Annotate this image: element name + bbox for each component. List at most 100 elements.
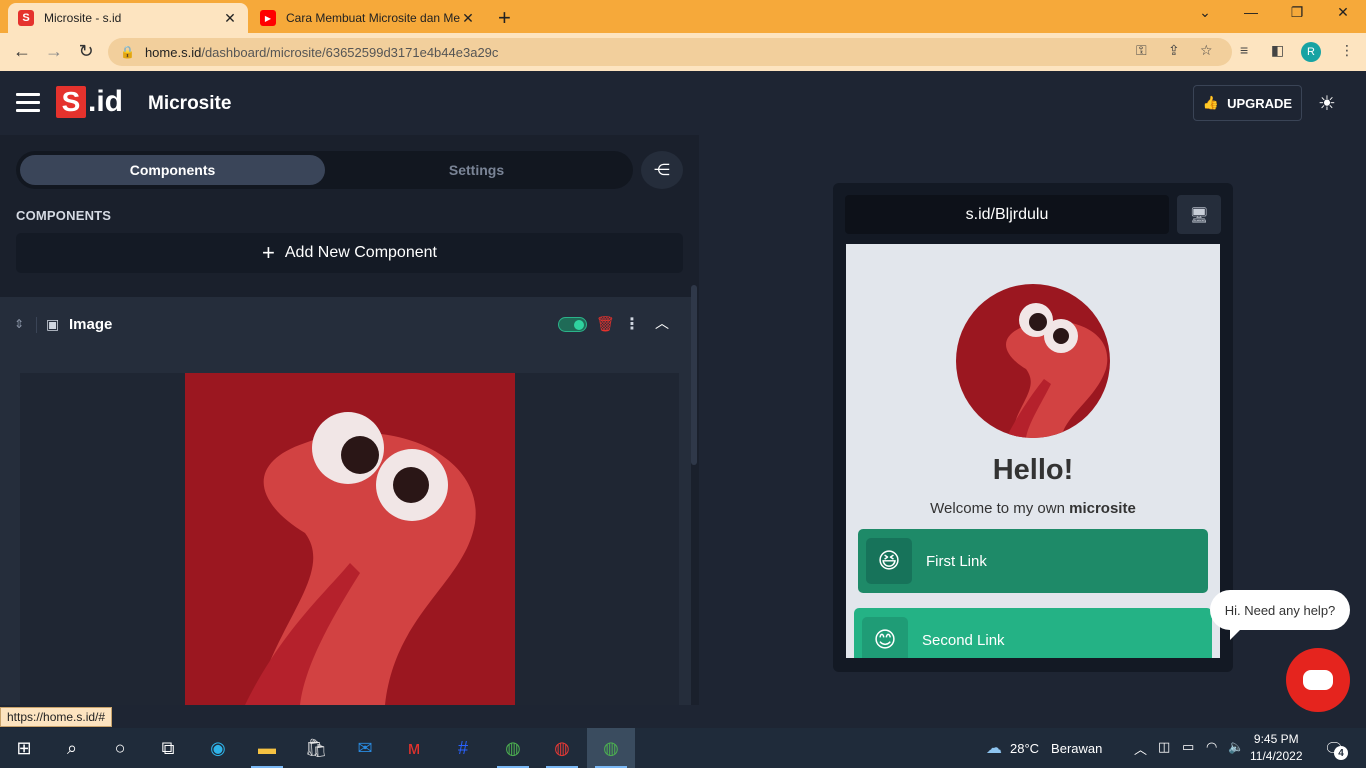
system-clock[interactable]: 9:45 PM 11/4/2022 xyxy=(1250,731,1303,765)
help-bubble[interactable]: Hi. Need any help? xyxy=(1210,590,1350,630)
microsite-heading: Hello! xyxy=(992,454,1074,486)
add-component-label: Add New Component xyxy=(284,244,437,261)
cortana-icon[interactable]: ○ xyxy=(96,728,144,768)
url-path: /dashboard/microsite/63652599d3171e4b44e… xyxy=(201,44,499,60)
delete-icon[interactable]: 🗑 xyxy=(596,315,615,333)
weather-condition: Berawan xyxy=(1051,740,1103,756)
second-link-button[interactable]: 😊 Second Link xyxy=(854,608,1212,658)
tab-settings[interactable]: Settings xyxy=(324,155,629,185)
bookmark-star-icon[interactable]: ☆ xyxy=(1200,42,1213,59)
logo-id: .id xyxy=(88,85,123,118)
tab-search-icon[interactable]: ⌄ xyxy=(1182,4,1228,21)
microsite-avatar xyxy=(956,284,1110,438)
editor-tab-switch: Components Settings xyxy=(16,151,633,189)
help-bubble-tail xyxy=(1230,630,1240,640)
chat-icon xyxy=(1303,670,1333,690)
microsite-welcome: Welcome to my own microsite xyxy=(930,500,1136,517)
link-status-url: https://home.s.id/# xyxy=(0,707,113,727)
chrome-profile-1-icon[interactable]: ◍ xyxy=(489,728,537,768)
windows-start-icon[interactable]: ⊞ xyxy=(0,728,48,768)
reload-icon[interactable]: ↻ xyxy=(74,41,98,62)
mail-icon[interactable]: ✉ xyxy=(341,728,389,768)
component-image-preview xyxy=(20,373,679,705)
divider xyxy=(36,317,37,333)
share-page-icon[interactable]: ⇪ xyxy=(1168,42,1180,59)
theme-toggle-sun-icon[interactable]: ☀ xyxy=(1318,91,1336,116)
worm-mascot-image xyxy=(185,373,515,705)
volume-icon[interactable]: 🔈 xyxy=(1228,739,1244,755)
new-tab-button[interactable]: + xyxy=(498,5,511,31)
tab-title: Microsite - s.id xyxy=(44,11,122,25)
tab-microsite[interactable]: S Microsite - s.id ✕ xyxy=(8,3,248,33)
hamburger-menu-icon[interactable] xyxy=(16,93,40,113)
windows-taskbar: ⊞ ⌕ ○ ⧉ ◉ ▬ 🛍 ✉ ᴍ # ◍ ◍ ◍ ☁ 28°C Berawan… xyxy=(0,728,1366,768)
hashtag-app-icon[interactable]: # xyxy=(439,728,487,768)
youtube-favicon-icon: ▶ xyxy=(260,10,276,26)
restore-button[interactable]: ❐ xyxy=(1274,4,1320,21)
microsite-url[interactable]: s.id/Bljrdulu xyxy=(845,195,1169,234)
wifi-icon[interactable]: ◠ xyxy=(1206,739,1217,755)
microsite-preview: s.id/Bljrdulu 🖥 Hello! Welcome to my own… xyxy=(833,183,1233,672)
link-label: Second Link xyxy=(922,631,1005,649)
browser-toolbar: ← → ↻ 🔒 home.s.id/dashboard/microsite/63… xyxy=(0,33,1366,71)
chevron-up-icon[interactable]: ︿ xyxy=(655,313,669,333)
close-icon[interactable]: ✕ xyxy=(222,10,238,27)
task-view-icon[interactable]: ⧉ xyxy=(144,728,192,768)
first-link-button[interactable]: 😆 First Link xyxy=(858,529,1208,593)
desktop-view-icon[interactable]: 🖥 xyxy=(1177,195,1221,234)
image-icon: ▣ xyxy=(46,316,60,332)
browser-tab-strip: S Microsite - s.id ✕ ▶ Cara Membuat Micr… xyxy=(0,0,1366,33)
panel-scrollbar[interactable] xyxy=(691,285,697,465)
component-enabled-toggle[interactable] xyxy=(558,317,587,332)
thumbs-up-icon: 👍 xyxy=(1202,95,1220,110)
notification-count: 4 xyxy=(1334,746,1348,760)
search-icon[interactable]: ⌕ xyxy=(48,728,96,768)
editor-panel: Components Settings ⋲ COMPONENTS + Add N… xyxy=(0,135,699,705)
cloud-icon: ☁ xyxy=(986,740,1002,757)
component-title: Image xyxy=(69,316,113,333)
forward-icon[interactable]: → xyxy=(42,41,66,62)
close-icon[interactable]: ✕ xyxy=(460,10,476,27)
sid-favicon-icon: S xyxy=(18,10,34,26)
reading-list-icon[interactable]: ≡ xyxy=(1240,42,1248,58)
address-bar[interactable]: 🔒 home.s.id/dashboard/microsite/63652599… xyxy=(108,38,1232,66)
chevron-up-icon[interactable]: ︿ xyxy=(1134,739,1147,758)
weather-widget[interactable]: ☁ 28°C Berawan xyxy=(986,738,1102,758)
temperature: 28°C xyxy=(1010,740,1040,756)
upgrade-button[interactable]: 👍 UPGRADE xyxy=(1193,85,1302,121)
chrome-profile-2-icon[interactable]: ◍ xyxy=(538,728,586,768)
key-icon[interactable]: ⚿ xyxy=(1136,42,1147,59)
file-explorer-icon[interactable]: ▬ xyxy=(243,728,291,768)
minimize-button[interactable]: — xyxy=(1228,4,1274,20)
share-icon[interactable]: ⋲ xyxy=(641,151,683,189)
store-icon[interactable]: 🛍 xyxy=(292,728,340,768)
more-options-icon[interactable]: ⋮ xyxy=(624,314,640,334)
edge-icon[interactable]: ◉ xyxy=(194,728,242,768)
add-component-button[interactable]: + Add New Component xyxy=(16,233,683,273)
smiling-emoji-icon: 😊 xyxy=(862,617,908,658)
close-window-button[interactable]: ✕ xyxy=(1320,4,1366,21)
clock-date: 11/4/2022 xyxy=(1250,749,1303,763)
side-panel-icon[interactable]: ◧ xyxy=(1271,42,1284,59)
profile-avatar[interactable]: R xyxy=(1301,42,1321,62)
back-icon[interactable]: ← xyxy=(10,41,34,62)
chrome-profile-3-icon[interactable]: ◍ xyxy=(587,728,635,768)
tab-title: Cara Membuat Microsite dan Me xyxy=(286,11,460,25)
browser-menu-icon[interactable]: ⋮ xyxy=(1340,42,1354,59)
meet-now-icon[interactable]: ◫ xyxy=(1158,739,1170,755)
drag-handle-icon[interactable]: ⇕ xyxy=(14,317,24,331)
laughing-emoji-icon: 😆 xyxy=(866,538,912,584)
tab-youtube[interactable]: ▶ Cara Membuat Microsite dan Me ✕ xyxy=(250,3,486,33)
chat-launcher-button[interactable] xyxy=(1286,648,1350,712)
clock-time: 9:45 PM xyxy=(1253,732,1299,746)
plus-icon: + xyxy=(262,240,275,265)
sid-logo[interactable]: S .id xyxy=(56,85,123,118)
page-title: Microsite xyxy=(148,93,232,114)
lock-icon: 🔒 xyxy=(120,45,135,59)
component-header: ⇕ ▣ Image 🗑 ⋮ ︿ xyxy=(0,297,691,353)
preview-screen: Hello! Welcome to my own microsite 😆 Fir… xyxy=(846,244,1220,658)
tab-components[interactable]: Components xyxy=(20,155,325,185)
mendeley-icon[interactable]: ᴍ xyxy=(390,728,438,768)
components-heading: COMPONENTS xyxy=(16,208,112,223)
battery-icon[interactable]: ▭ xyxy=(1182,739,1194,755)
